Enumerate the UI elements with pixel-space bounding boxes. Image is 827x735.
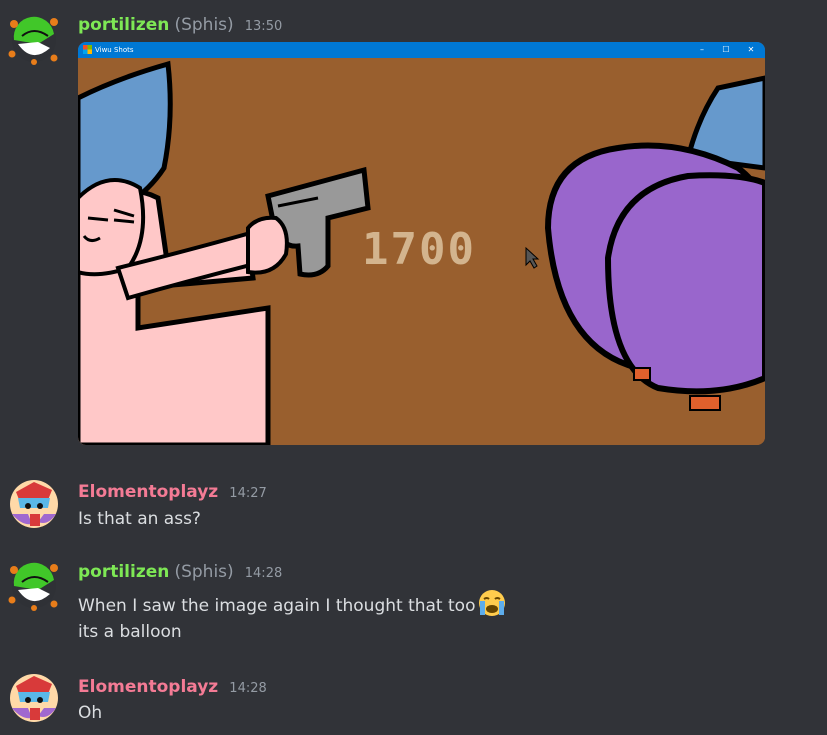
timestamp[interactable]: 13:50 [245, 19, 282, 34]
close-icon: ✕ [747, 45, 755, 54]
maximize-icon: ☐ [722, 45, 730, 54]
image-attachment[interactable]: Viwu Shots – ☐ ✕ 1700 [78, 42, 765, 445]
timestamp[interactable]: 14:28 [229, 681, 266, 696]
message-4: Elomentoplayz 14:28 Oh [0, 664, 827, 735]
window-titlebar: Viwu Shots – ☐ ✕ [78, 42, 765, 58]
message-line-1: When I saw the image again I thought tha… [78, 596, 476, 616]
message-2: Elomentoplayz 14:27 Is that an ass? [0, 470, 827, 540]
message-text: Is that an ass? [78, 509, 201, 529]
minimize-icon: – [700, 45, 704, 54]
avatar-elomentoplayz[interactable] [8, 478, 60, 530]
window-title: Viwu Shots [95, 46, 134, 54]
message-header: Elomentoplayz 14:27 [78, 482, 267, 504]
message-1: portilizen (Sphis) 13:50 Viwu Shots – ☐ … [0, 0, 827, 450]
username[interactable]: portilizen [78, 562, 169, 582]
username[interactable]: Elomentoplayz [78, 677, 218, 697]
loudly-crying-face-icon [479, 590, 506, 616]
timestamp[interactable]: 14:27 [229, 486, 266, 501]
username[interactable]: Elomentoplayz [78, 482, 218, 502]
chat-log: portilizen (Sphis) 13:50 Viwu Shots – ☐ … [0, 0, 827, 735]
username[interactable]: portilizen [78, 15, 169, 35]
message-text: its a balloon [78, 622, 182, 642]
message-header: portilizen (Sphis) 14:28 [78, 562, 282, 584]
message-header: Elomentoplayz 14:28 [78, 677, 267, 699]
game-scene: 1700 [78, 58, 765, 445]
app-icon [83, 45, 92, 54]
score-text: 1700 [362, 224, 476, 275]
nickname: (Sphis) [174, 562, 234, 582]
avatar-portilizen[interactable] [8, 14, 60, 66]
message-text: Oh [78, 703, 103, 723]
avatar-portilizen[interactable] [8, 560, 60, 612]
timestamp[interactable]: 14:28 [245, 566, 282, 581]
message-header: portilizen (Sphis) 13:50 [78, 15, 282, 37]
nickname: (Sphis) [174, 15, 234, 35]
message-text: When I saw the image again I thought tha… [78, 589, 507, 617]
avatar-elomentoplayz[interactable] [8, 672, 60, 724]
message-3: portilizen (Sphis) 14:28 When I saw the … [0, 548, 827, 658]
